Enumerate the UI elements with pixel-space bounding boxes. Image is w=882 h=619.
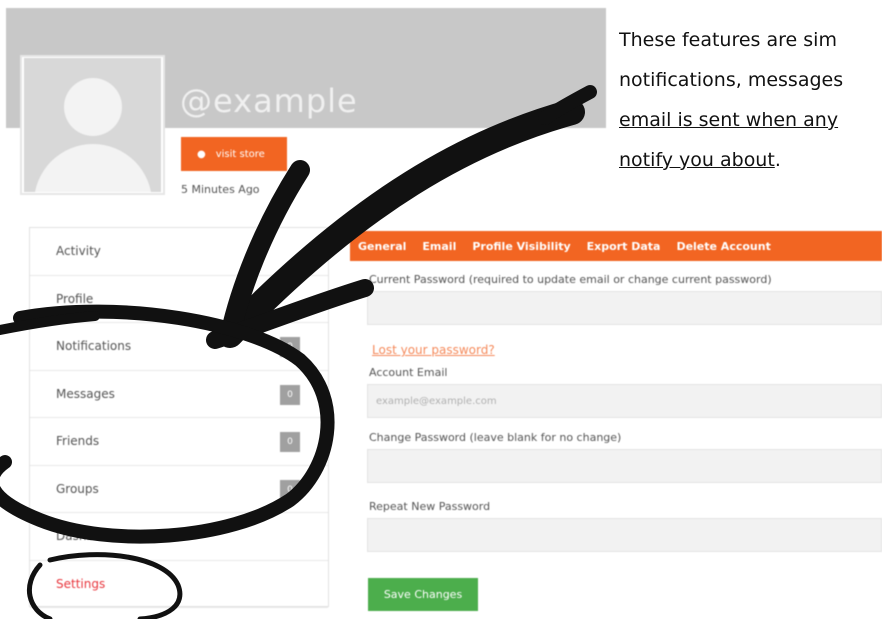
repeat-password-field[interactable]: [367, 518, 882, 552]
messages-count-badge: 0: [280, 384, 300, 405]
repeat-password-label: Repeat New Password: [369, 500, 491, 513]
sidebar-item-label: Dashboard: [56, 529, 122, 544]
sidebar-item-label: Groups: [56, 481, 99, 496]
change-password-label: Change Password (leave blank for no chan…: [369, 431, 622, 444]
change-password-field[interactable]: [367, 449, 882, 483]
tab-email[interactable]: Email: [422, 240, 456, 253]
tab-profile-visibility[interactable]: Profile Visibility: [472, 240, 570, 253]
account-email-label: Account Email: [369, 366, 448, 379]
tab-general[interactable]: General: [358, 240, 406, 253]
caption-line-2: notifications, messages: [619, 69, 844, 91]
sidebar-item-notifications[interactable]: Notifications 0: [30, 323, 328, 371]
caption-line-3: email is sent when any: [619, 109, 839, 131]
avatar-body-shape: [34, 144, 152, 192]
sidebar-item-label: Settings: [56, 576, 106, 591]
profile-sidebar-menu: Activity Profile Notifications 0 Message…: [29, 227, 329, 608]
groups-count-badge: 0: [280, 479, 300, 500]
caption-text: These features are sim notifications, me…: [619, 20, 882, 190]
settings-tab-bar: General Email Profile Visibility Export …: [350, 231, 882, 261]
caption-line-1: These features are sim: [619, 29, 837, 51]
eye-icon: ●: [197, 148, 206, 160]
friends-count-badge: 0: [280, 432, 300, 452]
sidebar-item-groups[interactable]: Groups 0: [30, 466, 328, 513]
notifications-count-badge: 0: [280, 337, 300, 357]
sidebar-item-settings[interactable]: Settings: [30, 561, 328, 608]
last-active-text: 5 Minutes Ago: [181, 183, 260, 196]
sidebar-item-label: Activity: [56, 244, 101, 259]
caption-link-notify: notify you about: [619, 149, 775, 171]
profile-username: @example: [180, 82, 358, 120]
tab-delete-account[interactable]: Delete Account: [676, 240, 770, 253]
tab-export-data[interactable]: Export Data: [587, 240, 661, 253]
account-email-field[interactable]: [367, 384, 882, 418]
avatar[interactable]: [24, 58, 161, 192]
sidebar-item-label: Messages: [56, 386, 115, 401]
avatar-head-shape: [64, 78, 122, 136]
sidebar-item-profile[interactable]: Profile: [30, 276, 328, 323]
current-password-field[interactable]: [367, 291, 882, 325]
sidebar-item-dashboard[interactable]: Dashboard: [30, 513, 328, 561]
sidebar-item-messages[interactable]: Messages 0: [30, 371, 328, 418]
sidebar-item-activity[interactable]: Activity: [30, 228, 328, 276]
sidebar-item-friends[interactable]: Friends 0: [30, 418, 328, 466]
sidebar-item-label: Friends: [56, 434, 100, 449]
sidebar-item-label: Notifications: [56, 339, 132, 354]
caption-line-4: notify you about.: [619, 140, 882, 180]
sidebar-item-label: Profile: [56, 291, 94, 306]
current-password-label: Current Password (required to update ema…: [369, 273, 772, 286]
lost-password-link[interactable]: Lost your password?: [372, 343, 495, 357]
caption-line-4-end: .: [774, 149, 781, 171]
save-changes-button[interactable]: Save Changes: [368, 578, 478, 611]
visit-store-button[interactable]: ● visit store: [181, 137, 287, 171]
visit-store-label: visit store: [215, 148, 265, 160]
